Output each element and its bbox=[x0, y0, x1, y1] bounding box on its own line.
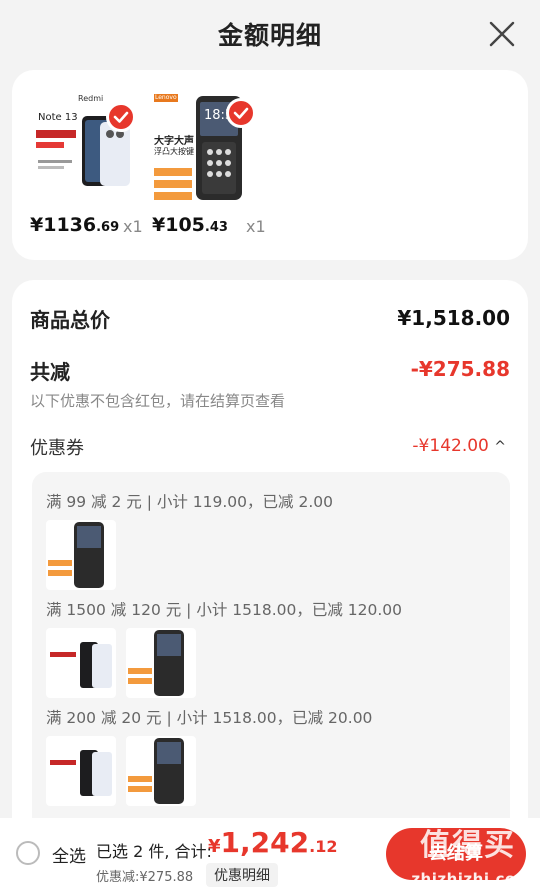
select-all-radio[interactable] bbox=[16, 841, 40, 865]
discount-note: 以下优惠不包含红包，请在结算页查看 bbox=[30, 392, 286, 410]
select-all-label[interactable]: 全选 bbox=[52, 842, 86, 867]
discount-value: -¥275.88 bbox=[410, 357, 510, 381]
watermark-url: zhizhizhi.com bbox=[411, 870, 532, 888]
coupon-detail-list: 满 99 减 2 元 | 小计 119.00，已减 2.00 满 1500 减 … bbox=[32, 472, 510, 832]
coupon-value[interactable]: -¥142.00 ^ bbox=[412, 436, 506, 456]
amount-detail-sheet: 金额明细 Redmi Note 13 ¥1136.69 x1 18:30 大字大… bbox=[0, 0, 540, 894]
total-price-label: 商品总价 bbox=[30, 308, 110, 332]
coupon-label[interactable]: 优惠券 bbox=[30, 434, 84, 460]
selected-count: 已选 2 件, 合计: bbox=[96, 842, 212, 861]
product-quantity: x1 bbox=[246, 217, 266, 236]
coupon-product-image bbox=[46, 628, 116, 698]
product-brand: Lenovo bbox=[155, 94, 177, 101]
product-model: Note 13 bbox=[38, 112, 78, 123]
close-icon[interactable] bbox=[488, 20, 516, 48]
checkout-bar: 全选 已选 2 件, 合计: ¥1,242.12 优惠减:¥275.88 优惠明… bbox=[0, 818, 540, 894]
product-tag-big-font: 大字大声 bbox=[154, 136, 194, 147]
coupon-product-image bbox=[46, 520, 116, 590]
coupon-product-image bbox=[126, 628, 196, 698]
product-price: ¥105.43 bbox=[152, 214, 228, 236]
checkmark-icon bbox=[226, 98, 256, 128]
page-title: 金额明细 bbox=[217, 21, 322, 50]
coupon-product-image bbox=[126, 736, 196, 806]
product-price: ¥1136.69 bbox=[30, 214, 120, 236]
product-tag-big-keys: 浮凸大按键 bbox=[154, 147, 194, 156]
coupon-rule: 满 99 减 2 元 | 小计 119.00，已减 2.00 bbox=[46, 493, 333, 511]
checkmark-icon bbox=[106, 102, 136, 132]
total-price-value: ¥1,518.00 bbox=[397, 306, 510, 330]
product-brand: Redmi bbox=[78, 94, 104, 103]
discount-summary: 优惠减:¥275.88 bbox=[96, 870, 194, 885]
coupon-rule: 满 200 减 20 元 | 小计 1518.00，已减 20.00 bbox=[46, 709, 373, 727]
chevron-up-icon: ^ bbox=[494, 439, 506, 455]
watermark-logo: 值得买 bbox=[420, 828, 516, 863]
grand-total: ¥1,242.12 bbox=[208, 826, 338, 859]
coupon-product-image bbox=[46, 736, 116, 806]
product-quantity: x1 bbox=[123, 217, 143, 236]
discount-label: 共减 bbox=[30, 360, 70, 384]
coupon-rule: 满 1500 减 120 元 | 小计 1518.00，已减 120.00 bbox=[46, 601, 403, 619]
price-summary-card: 商品总价 ¥1,518.00 共减 -¥275.88 以下优惠不包含红包，请在结… bbox=[12, 280, 528, 840]
product-card: Redmi Note 13 ¥1136.69 x1 18:30 大字大声 浮凸大… bbox=[12, 70, 528, 260]
discount-detail-button[interactable]: 优惠明细 bbox=[206, 863, 278, 887]
